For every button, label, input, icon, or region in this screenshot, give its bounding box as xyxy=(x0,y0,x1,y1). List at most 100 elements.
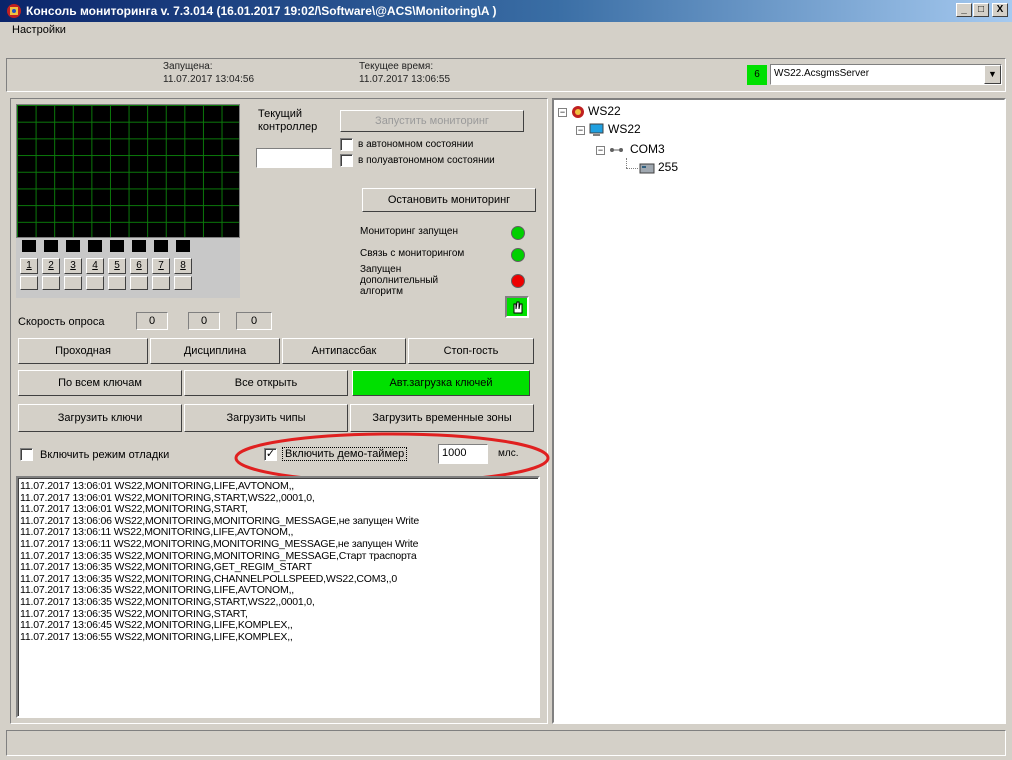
checkpoint-button[interactable]: Проходная xyxy=(18,338,148,364)
log-line: 11.07.2017 13:06:11 WS22,MONITORING,MONI… xyxy=(20,537,419,550)
demo-timer-checkbox[interactable]: ✓ xyxy=(264,448,277,461)
discipline-button[interactable]: Дисциплина xyxy=(150,338,280,364)
hand-icon[interactable] xyxy=(505,296,529,318)
controller-label-line1: Текущий xyxy=(258,108,302,120)
channel-indicator xyxy=(22,240,36,252)
load-time-zones-button[interactable]: Загрузить временные зоны xyxy=(350,404,534,432)
demo-timer-label: Включить демо-таймер xyxy=(282,447,408,461)
app-icon xyxy=(7,4,21,18)
monitoring-started-led xyxy=(511,226,525,240)
poll-speed-value-2: 0 xyxy=(188,312,220,330)
interval-unit-label: млс. xyxy=(498,448,519,459)
channel-indicator xyxy=(110,240,124,252)
semi-autonomous-label: в полуавтономном состоянии xyxy=(358,155,495,166)
event-log[interactable]: 11.07.2017 13:06:01 WS22,MONITORING,LIFE… xyxy=(16,476,540,718)
log-line: 11.07.2017 13:06:35 WS22,MONITORING,GET_… xyxy=(20,561,312,574)
menu-item-settings[interactable]: Настройки xyxy=(12,24,66,36)
tree-node-com3[interactable]: COM3 xyxy=(630,142,665,156)
stop-guest-button[interactable]: Стоп-гость xyxy=(408,338,534,364)
port-icon xyxy=(610,148,623,152)
extra-algorithm-led xyxy=(511,274,525,288)
tree-collapse-toggle[interactable]: − xyxy=(558,108,567,117)
connection-label: Связь с мониторингом xyxy=(360,248,465,259)
debug-mode-checkbox[interactable] xyxy=(20,448,33,461)
log-line: 11.07.2017 13:06:01 WS22,MONITORING,LIFE… xyxy=(20,480,295,492)
pointer-hand-glyph xyxy=(513,301,523,314)
extra-algorithm-line2: дополнительный xyxy=(360,275,439,286)
chevron-down-icon[interactable]: ▼ xyxy=(984,65,1001,84)
title-bar[interactable]: Консоль мониторинга v. 7.3.014 (16.01.20… xyxy=(0,0,1012,22)
tree-connector xyxy=(626,158,627,168)
device-tree[interactable]: − WS22 − WS22 − COM3 255 xyxy=(552,98,1006,724)
load-chips-button[interactable]: Загрузить чипы xyxy=(184,404,348,432)
channel-button-7[interactable]: 7 xyxy=(152,258,170,274)
server-select-value: WS22.AcsgmsServer xyxy=(774,68,870,79)
channel-button-8[interactable]: 8 xyxy=(174,258,192,274)
all-keys-button[interactable]: По всем ключам xyxy=(18,370,182,396)
controller-device-icon xyxy=(639,163,655,174)
autonomous-label: в автономном состоянии xyxy=(358,139,474,150)
extra-algorithm-line1: Запущен xyxy=(360,264,402,275)
channel-toggle[interactable] xyxy=(130,276,148,290)
channel-toggle[interactable] xyxy=(20,276,38,290)
current-time-value: 11.07.2017 13:06:55 xyxy=(359,74,451,85)
server-select[interactable]: WS22.AcsgmsServer ▼ xyxy=(770,64,1002,85)
tree-node-device[interactable]: 255 xyxy=(658,160,678,174)
menu-bar: Настройки xyxy=(0,22,1012,40)
network-root-icon xyxy=(572,106,584,118)
auto-load-keys-button[interactable]: Авт.загрузка ключей xyxy=(352,370,530,396)
channel-toggle[interactable] xyxy=(152,276,170,290)
tree-connector xyxy=(626,168,638,169)
counter-badge: 6 xyxy=(747,65,767,85)
log-line: 11.07.2017 13:06:55 WS22,MONITORING,LIFE… xyxy=(20,630,293,643)
tree-collapse-toggle[interactable]: − xyxy=(576,126,585,135)
log-line: 11.07.2017 13:06:35 WS22,MONITORING,STAR… xyxy=(20,595,315,608)
channel-button-4[interactable]: 4 xyxy=(86,258,104,274)
tree-node-ws22[interactable]: WS22 xyxy=(608,122,641,136)
channel-button-2[interactable]: 2 xyxy=(42,258,60,274)
current-time-label: Текущее время: xyxy=(359,61,434,72)
load-keys-button[interactable]: Загрузить ключи xyxy=(18,404,182,432)
open-all-button[interactable]: Все открыть xyxy=(184,370,348,396)
tree-collapse-toggle[interactable]: − xyxy=(596,146,605,155)
autonomous-checkbox[interactable] xyxy=(340,138,353,151)
top-status-panel: Запущена: 11.07.2017 13:04:56 Текущее вр… xyxy=(6,58,1006,92)
channel-indicator xyxy=(88,240,102,252)
channel-toggle[interactable] xyxy=(42,276,60,290)
semi-autonomous-checkbox[interactable] xyxy=(340,154,353,167)
channel-strip: 1 2 3 4 5 6 7 8 xyxy=(16,238,240,298)
demo-timer-interval-input[interactable]: 1000 xyxy=(438,444,488,464)
channel-button-3[interactable]: 3 xyxy=(64,258,82,274)
poll-speed-value-3: 0 xyxy=(236,312,272,330)
minimize-button[interactable]: _ xyxy=(956,3,972,17)
started-value: 11.07.2017 13:04:56 xyxy=(163,74,255,85)
channel-toggle[interactable] xyxy=(64,276,82,290)
channel-toggle[interactable] xyxy=(86,276,104,290)
channel-toggle[interactable] xyxy=(108,276,126,290)
channel-indicator xyxy=(44,240,58,252)
status-bar xyxy=(6,730,1006,756)
channel-indicator xyxy=(132,240,146,252)
tree-node-root[interactable]: WS22 xyxy=(588,104,621,118)
channel-toggle[interactable] xyxy=(174,276,192,290)
monitoring-started-label: Мониторинг запущен xyxy=(360,226,458,237)
start-monitoring-button[interactable]: Запустить мониторинг xyxy=(340,110,524,132)
controller-label: Текущий контроллер xyxy=(258,108,328,134)
channel-button-6[interactable]: 6 xyxy=(130,258,148,274)
channel-button-5[interactable]: 5 xyxy=(108,258,126,274)
channel-button-1[interactable]: 1 xyxy=(20,258,38,274)
debug-mode-label: Включить режим отладки xyxy=(40,449,170,461)
maximize-button[interactable]: □ xyxy=(973,3,989,17)
connection-led xyxy=(511,248,525,262)
window-title: Консоль мониторинга v. 7.3.014 (16.01.20… xyxy=(26,4,497,18)
controller-input[interactable] xyxy=(256,148,332,168)
channel-indicator xyxy=(154,240,168,252)
close-button[interactable]: X xyxy=(992,3,1008,17)
channel-indicator xyxy=(176,240,190,252)
controller-grid xyxy=(16,104,240,238)
controller-label-line2: контроллер xyxy=(258,121,318,133)
antipassback-button[interactable]: Антипассбак xyxy=(282,338,406,364)
stop-monitoring-button[interactable]: Остановить мониторинг xyxy=(362,188,536,212)
started-label: Запущена: xyxy=(163,61,213,72)
poll-speed-value-1: 0 xyxy=(136,312,168,330)
